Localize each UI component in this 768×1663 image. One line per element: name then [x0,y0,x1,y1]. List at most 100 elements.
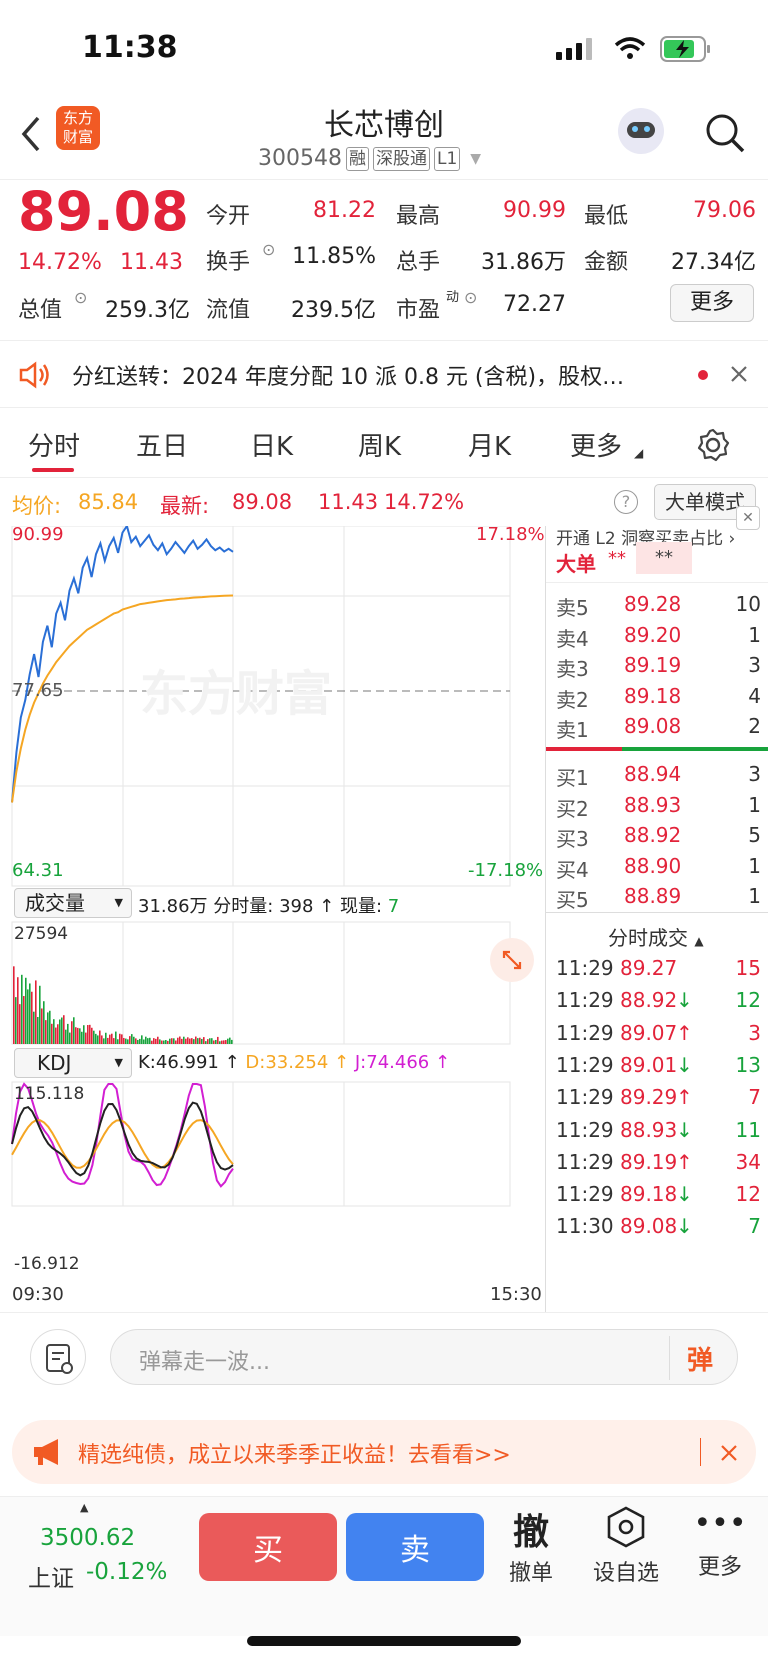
tick-price: 89.08 [620,1214,678,1239]
tick-time: 11:29 [556,1149,614,1174]
volume-bar [199,1037,201,1044]
expand-icon[interactable] [490,938,534,982]
latest-value: 89.08 [232,490,293,514]
latest-label: 最新: [160,494,210,518]
ask-price: 89.18 [624,683,682,708]
turnover-value: 11.85% [292,244,376,269]
latest-percent: 14.72% [384,490,465,514]
volume-panel-frame [11,921,511,1045]
buy-button[interactable]: 买 [199,1513,337,1581]
expand-up-icon[interactable]: ▲ [80,1501,88,1514]
tick-row: 11:29 89.01 ↓ 13 [546,1049,768,1081]
volume-bar [35,980,37,1044]
bid-row[interactable]: 买1 88.94 3 [546,758,768,790]
cancel-order-button[interactable]: 撤 撤单 [506,1503,556,1587]
tick-time: 11:29 [556,1085,614,1110]
tick-arrow-icon: ↑ [676,1020,693,1045]
last-price: 89.08 [18,180,189,243]
volume-indicator-select[interactable]: 成交量 ▼ [14,888,132,918]
danmu-input[interactable]: 弹幕走一波... 弹 [110,1329,738,1385]
tab-five-day[interactable]: 五日 [136,426,188,463]
volume-bar [133,1036,135,1044]
tab-more[interactable]: 更多 [570,426,622,463]
index-value[interactable]: 3500.62 [40,1525,135,1551]
ask-level: 卖3 [556,657,589,681]
bid-row[interactable]: 买4 88.90 1 [546,850,768,882]
index-name: 上证 [28,1566,74,1592]
ticks-title[interactable]: 分时成交 ▲ [608,922,704,951]
volume-bar [25,977,27,1044]
volume-bar [209,1038,211,1044]
home-indicator [247,1636,521,1646]
close-icon[interactable]: ✕ [736,506,760,530]
bid-row[interactable]: 买3 88.92 5 [546,819,768,851]
tab-monthly[interactable]: 月K [468,426,511,463]
tag-margin: 融 [345,146,369,171]
bid-row[interactable]: 买2 88.93 1 [546,789,768,821]
more-quote-button[interactable]: 更多 [670,284,754,322]
volume-bar [129,1036,131,1044]
tick-volume: 7 [748,1214,761,1239]
volume-bar [203,1037,205,1044]
volume-bar [211,1038,213,1044]
volume-bar [89,1024,91,1044]
settings-gear-icon[interactable] [696,428,730,462]
more-menu-button[interactable]: ••• 更多 [690,1505,750,1581]
dividend-notice[interactable]: 分红送转：2024 年度分配 10 派 0.8 元 (含税)，股权… [0,340,768,408]
volume-bar [107,1037,109,1044]
tab-intraday[interactable]: 分时 [28,426,80,463]
bid-volume: 1 [748,884,761,908]
intraday-chart[interactable]: 90.99 17.18% 77.65 64.31 -17.18% 东方财富 成交… [0,523,545,1312]
tick-arrow-icon: ↓ [676,988,693,1013]
volume-bar [45,1020,47,1044]
ask-row[interactable]: 卖2 89.18 4 [546,680,768,712]
volume-bar [87,1025,89,1044]
tick-arrow-icon: ↓ [676,1182,693,1207]
stock-code-line[interactable]: 300548 融 深股通 L1 ▼ [258,146,481,171]
tag-connect: 深股通 [372,146,430,171]
info-icon[interactable]: ⊙ [74,288,87,307]
info-icon[interactable]: ⊙ [262,240,275,259]
ask-price: 89.08 [624,714,682,738]
volume-summary: 31.86万 分时量: 398 ↑ 现量: 7 [138,896,400,917]
volume-bar [57,1024,59,1044]
ask-row[interactable]: 卖5 89.28 10 [546,588,768,620]
time-end-label: 15:30 [490,1284,542,1305]
pe-value: 72.27 [503,292,566,317]
promo-banner[interactable]: 精选纯债，成立以来季季正收益！去看看>> [12,1420,756,1484]
tab-daily[interactable]: 日K [250,426,293,463]
sell-button[interactable]: 卖 [346,1513,484,1581]
comment-bar: 弹幕走一波... 弹 [0,1312,768,1412]
volume-bar [113,1038,115,1044]
tick-volume: 3 [748,1020,761,1045]
volume-bar [179,1036,181,1044]
volume-bar [99,1030,101,1044]
ask-row[interactable]: 卖3 89.19 3 [546,649,768,681]
close-icon[interactable] [730,365,748,383]
kdj-indicator-select[interactable]: KDJ ▼ [14,1048,132,1078]
volume-bar [159,1039,161,1044]
volume-bar [37,1017,39,1044]
volume-bar [49,1010,51,1044]
bid-volume: 5 [748,823,761,847]
tab-weekly[interactable]: 周K [358,426,401,463]
volume-bar [105,1032,107,1044]
danmu-toggle[interactable]: 弹 [687,1340,713,1377]
bid-row[interactable]: 买5 88.89 1 [546,880,768,912]
bid-level: 买2 [556,796,589,821]
volume-bar [39,985,41,1044]
notice-text: 分红送转：2024 年度分配 10 派 0.8 元 (含税)，股权… [72,365,625,390]
tick-volume: 11 [735,1117,761,1142]
ask-row[interactable]: 卖4 89.20 1 [546,619,768,651]
price-summary-bar: 均价: 85.84 最新: 89.08 11.43 14.72% ? 大单模式 [0,478,768,526]
ask-level: 卖4 [556,626,589,651]
help-icon[interactable]: ? [614,490,638,514]
volume-bar [15,997,17,1044]
volume-bar [155,1038,157,1044]
volume-bar [115,1031,117,1044]
tick-price: 88.92 [620,988,678,1013]
close-icon[interactable] [720,1444,738,1462]
add-watchlist-button[interactable]: 设自选 [588,1505,664,1587]
ask-row[interactable]: 卖1 89.08 2 [546,710,768,742]
notes-icon[interactable] [30,1329,86,1385]
